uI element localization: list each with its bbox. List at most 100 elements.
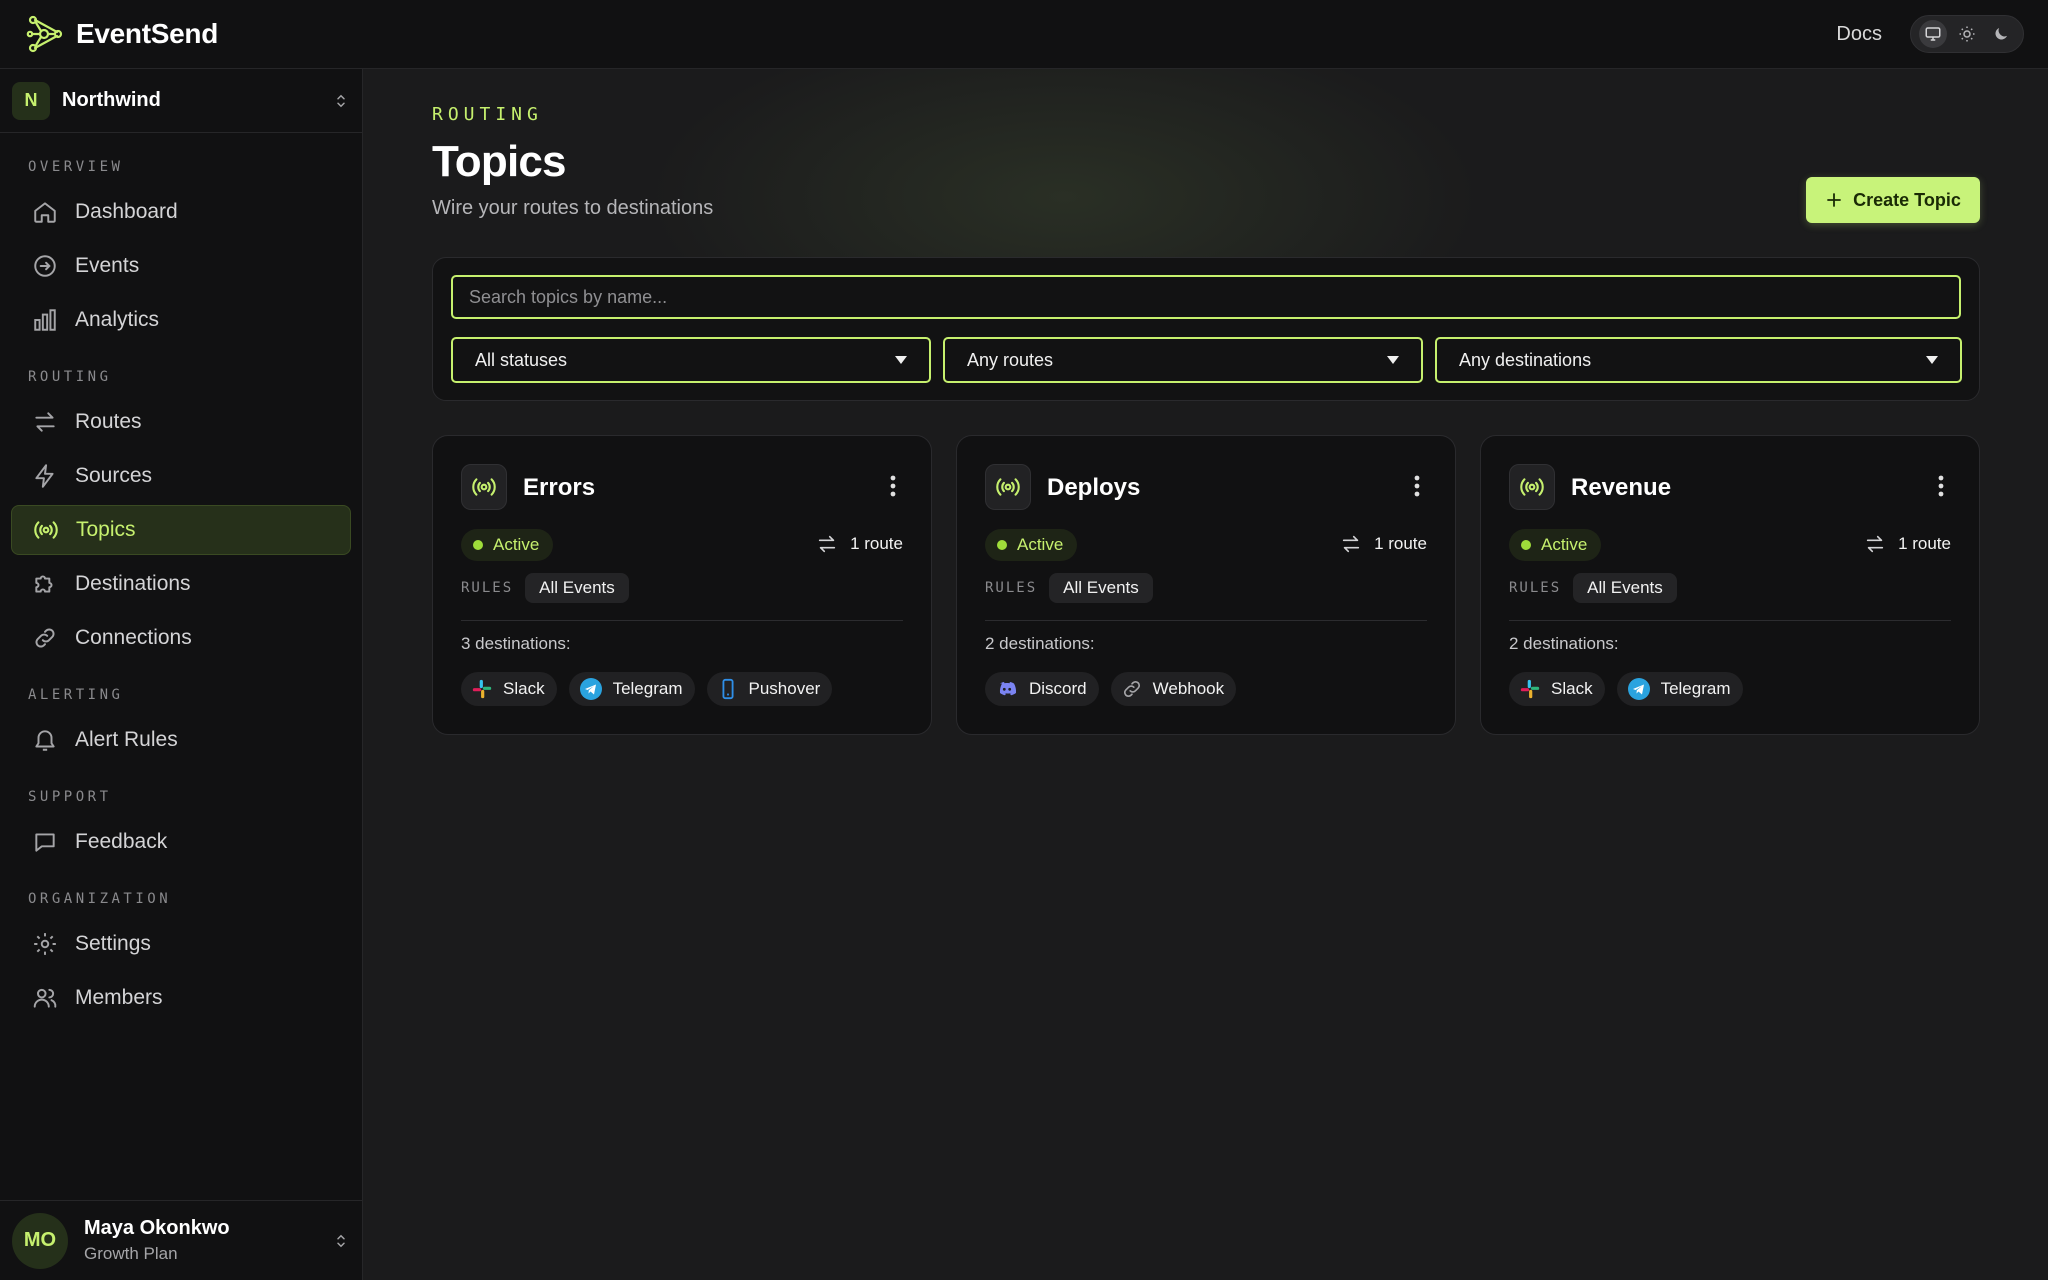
sidebar-item-topics[interactable]: Topics <box>11 505 351 555</box>
sun-icon[interactable] <box>1953 20 1981 48</box>
destination-chip-telegram[interactable]: Telegram <box>1616 672 1743 706</box>
org-name: Northwind <box>62 89 161 111</box>
chevron-up-down-icon <box>332 1232 350 1250</box>
sidebar-item-sources[interactable]: Sources <box>11 451 351 501</box>
sidebar-item-label: Alert Rules <box>75 728 178 751</box>
route-count-label: 1 route <box>1898 534 1951 553</box>
status-label: Active <box>1541 535 1588 554</box>
destination-count: 3 destinations: <box>461 634 571 653</box>
status-dot <box>997 540 1007 550</box>
destinations-filter-value: Any destinations <box>1459 349 1592 370</box>
sidebar-item-settings[interactable]: Settings <box>11 919 351 969</box>
chat-bubble-icon <box>31 828 59 856</box>
divider <box>1509 620 1951 621</box>
docs-link[interactable]: Docs <box>1836 23 1882 46</box>
sidebar-item-label: Settings <box>75 932 151 955</box>
page-title: Topics <box>432 137 567 186</box>
link-icon <box>1121 678 1143 700</box>
topic-card[interactable]: Revenue Active 1 route RULES All Events … <box>1480 435 1980 735</box>
status-label: Active <box>493 535 540 554</box>
broadcast-icon <box>461 464 507 510</box>
page-eyebrow: ROUTING <box>432 104 543 125</box>
status-badge: Active <box>461 529 554 561</box>
rules-label: RULES <box>985 580 1038 596</box>
topic-cards: Errors Active 1 route RULES All Events 3… <box>432 435 1980 735</box>
org-switcher[interactable]: N Northwind <box>0 69 362 133</box>
broadcast-icon <box>1509 464 1555 510</box>
destination-chip-slack[interactable]: Slack <box>461 672 557 706</box>
user-plan: Growth Plan <box>84 1244 178 1263</box>
status-filter-select[interactable]: All statuses <box>451 337 931 383</box>
arrows-swap-icon <box>816 533 838 555</box>
topic-card[interactable]: Errors Active 1 route RULES All Events 3… <box>432 435 932 735</box>
destination-label: Discord <box>1029 679 1087 698</box>
caret-down-icon <box>1926 356 1938 364</box>
destination-label: Slack <box>503 679 545 698</box>
sidebar-item-label: Members <box>75 986 163 1009</box>
destination-chip-telegram[interactable]: Telegram <box>568 672 695 706</box>
destination-chip-discord[interactable]: Discord <box>985 672 1099 706</box>
sidebar-item-analytics[interactable]: Analytics <box>11 295 351 345</box>
page-subtitle: Wire your routes to destinations <box>432 197 714 219</box>
destination-chip-webhook[interactable]: Webhook <box>1110 672 1237 706</box>
destination-list: Slack Telegram Pushover <box>461 672 833 706</box>
destination-chip-pushover[interactable]: Pushover <box>706 672 833 706</box>
rules-label: RULES <box>1509 580 1562 596</box>
sidebar-item-label: Sources <box>75 464 153 487</box>
rule-chip: All Events <box>1049 573 1153 603</box>
bar-chart-icon <box>31 306 59 334</box>
rules-row: RULES All Events <box>985 573 1153 603</box>
sidebar-item-label: Routes <box>75 410 142 433</box>
sidebar-item-connections[interactable]: Connections <box>11 613 351 663</box>
routes-filter-select[interactable]: Any routes <box>943 337 1423 383</box>
destination-count: 2 destinations: <box>1509 634 1619 653</box>
route-count: 1 route <box>1340 533 1427 555</box>
brand[interactable]: EventSend <box>24 14 218 54</box>
more-vertical-icon[interactable] <box>1929 474 1953 498</box>
sidebar-item-routes[interactable]: Routes <box>11 397 351 447</box>
sidebar-item-events[interactable]: Events <box>11 241 351 291</box>
nav-heading: ROUTING <box>28 369 112 385</box>
topic-title: Errors <box>523 474 596 501</box>
theme-switcher <box>1910 15 2024 53</box>
network-logo-icon <box>24 14 64 54</box>
caret-down-icon <box>895 356 907 364</box>
nav-heading: OVERVIEW <box>28 159 124 175</box>
avatar: MO <box>12 1212 68 1269</box>
create-topic-label: Create Topic <box>1853 189 1961 210</box>
sidebar-item-label: Destinations <box>75 572 191 595</box>
route-count: 1 route <box>1864 533 1951 555</box>
status-badge: Active <box>1509 529 1602 561</box>
sidebar-item-destinations[interactable]: Destinations <box>11 559 351 609</box>
destination-list: Discord Webhook <box>985 672 1237 706</box>
monitor-icon[interactable] <box>1919 20 1947 48</box>
user-menu[interactable]: MO Maya Okonkwo Growth Plan <box>0 1200 362 1280</box>
status-filter-value: All statuses <box>475 349 568 370</box>
create-topic-button[interactable]: Create Topic <box>1806 177 1980 223</box>
sidebar-item-dashboard[interactable]: Dashboard <box>11 187 351 237</box>
nav-section-overview: OVERVIEW Dashboard Events Analytics <box>0 153 362 345</box>
destination-label: Telegram <box>612 679 683 698</box>
destination-label: Slack <box>1551 679 1593 698</box>
destination-list: Slack Telegram <box>1509 672 1743 706</box>
telegram-icon <box>1627 677 1651 701</box>
filter-panel: All statuses Any routes Any destinations <box>432 257 1980 401</box>
sidebar-item-members[interactable]: Members <box>11 973 351 1023</box>
sidebar-nav: OVERVIEW Dashboard Events Analytics ROUT… <box>0 133 362 1023</box>
more-vertical-icon[interactable] <box>1405 474 1429 498</box>
search-input[interactable] <box>451 275 1961 319</box>
link-icon <box>31 624 59 652</box>
topic-card[interactable]: Deploys Active 1 route RULES All Events … <box>956 435 1456 735</box>
destination-chip-slack[interactable]: Slack <box>1509 672 1605 706</box>
destinations-filter-select[interactable]: Any destinations <box>1435 337 1962 383</box>
sidebar-item-alert-rules[interactable]: Alert Rules <box>11 715 351 765</box>
chevron-up-down-icon <box>332 92 350 110</box>
sidebar-item-feedback[interactable]: Feedback <box>11 817 351 867</box>
sidebar-item-label: Topics <box>76 518 136 541</box>
route-count-label: 1 route <box>850 534 903 553</box>
more-vertical-icon[interactable] <box>881 474 905 498</box>
sidebar-item-label: Dashboard <box>75 200 178 223</box>
moon-icon[interactable] <box>1987 20 2015 48</box>
arrows-swap-icon <box>1864 533 1886 555</box>
status-dot <box>1521 540 1531 550</box>
